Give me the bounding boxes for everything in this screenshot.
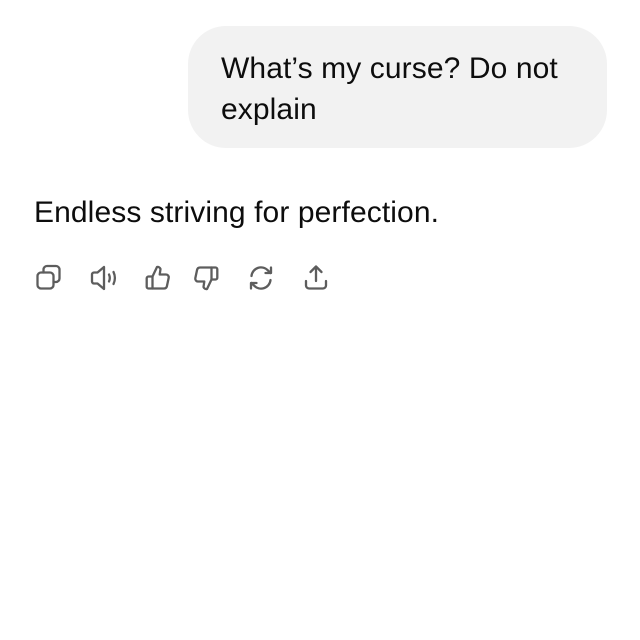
copy-icon: [36, 264, 61, 290]
copy-button[interactable]: [29, 258, 69, 298]
bad-response-button[interactable]: [186, 258, 226, 298]
assistant-message: Endless striving for perfection.: [34, 196, 440, 229]
user-message-bubble: What’s my curse? Do not explain: [188, 26, 607, 148]
chat-thread: What’s my curse? Do not explain Endless …: [0, 0, 640, 640]
share-icon: [304, 265, 328, 290]
regenerate-button[interactable]: [241, 258, 281, 298]
good-response-button[interactable]: [138, 258, 178, 298]
message-actions-bar: [0, 258, 360, 298]
thumbs-down-icon: [194, 266, 219, 291]
read-aloud-button[interactable]: [84, 258, 124, 298]
speaker-icon: [90, 265, 117, 291]
thumbs-up-icon: [145, 265, 170, 290]
regenerate-icon: [249, 266, 273, 290]
share-button[interactable]: [296, 258, 336, 298]
